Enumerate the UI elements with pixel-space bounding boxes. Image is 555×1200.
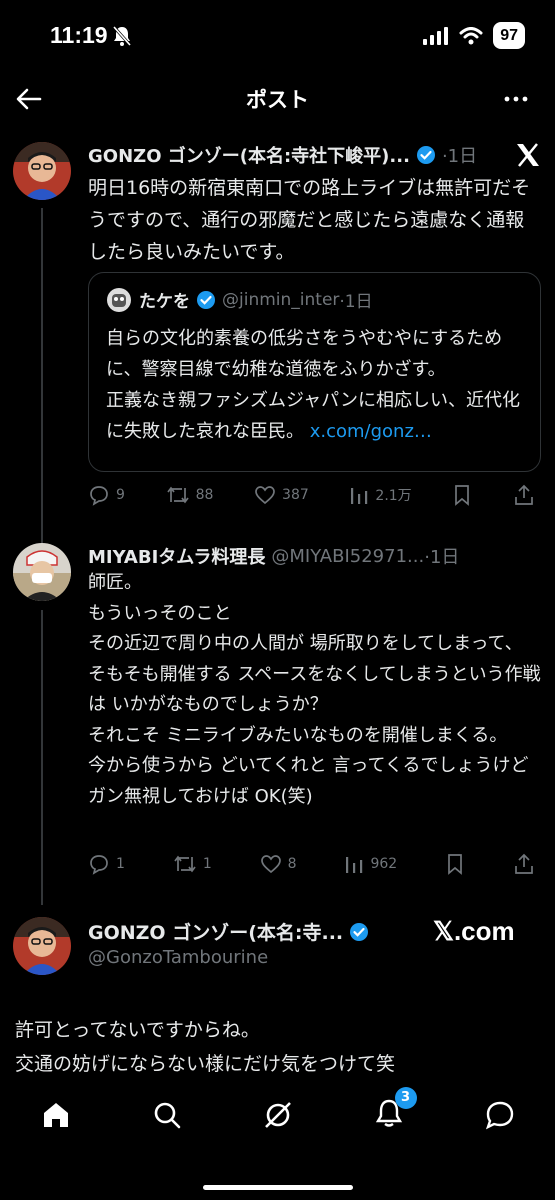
post-actions: 9 88 387 2.1万 — [88, 484, 535, 506]
embed-line: 許可とってないですからね。 — [15, 1019, 260, 1041]
thread-line — [41, 610, 43, 905]
wifi-icon — [459, 26, 483, 44]
views-count: 2.1万 — [375, 488, 412, 504]
share-icon[interactable] — [513, 484, 535, 506]
reply-icon — [90, 855, 108, 875]
post-line: その近辺で周り中の人間が 場所取りをしてしまって、 — [88, 633, 523, 654]
post-line: そもそも開催する スペースをなくしてしまうという作戦は いかがなものでしょうか？ — [88, 663, 541, 716]
avatar — [107, 287, 131, 312]
views-button[interactable]: 962 — [344, 853, 397, 875]
author-name[interactable]: MIYABIタムラ料理長 — [88, 543, 265, 569]
battery-indicator: 97 — [493, 22, 525, 49]
quote-time: ·1日 — [339, 292, 373, 312]
messages-icon[interactable] — [484, 1099, 516, 1131]
repost-button[interactable]: 1 — [173, 853, 212, 875]
status-bar: 11:19 97 — [0, 0, 555, 70]
avatar[interactable] — [13, 543, 71, 601]
quote-text-para1: 自らの文化的素養の低劣さをうやむやにするために、警察目線で幼稚な道徳をふりかざす… — [106, 328, 503, 380]
post-line: 今から使うから どいてくれと 言ってくるでしょうけどガン無視しておけば OK(笑… — [88, 755, 529, 807]
author-name[interactable]: GONZO ゴンゾー(本名:寺社下峻平)... — [88, 142, 410, 168]
like-button[interactable]: 8 — [260, 853, 297, 875]
embed-header: GONZO ゴンゾー(本名:寺... — [88, 918, 375, 945]
notifications-button[interactable]: 3 — [373, 1087, 417, 1133]
heart-icon — [255, 486, 275, 505]
repost-icon — [174, 855, 196, 873]
post-text: 師匠。 もういっそのこと その近辺で周り中の人間が 場所取りをしてしまって、 そ… — [88, 568, 545, 812]
heart-icon — [260, 855, 281, 874]
author-handle[interactable]: @MIYABI52971... — [271, 546, 424, 567]
thread-line — [41, 208, 43, 544]
share-icon[interactable] — [513, 853, 535, 875]
x-logo-icon — [517, 143, 539, 167]
more-options-icon[interactable] — [503, 86, 529, 112]
like-count: 8 — [287, 856, 297, 872]
like-count: 387 — [282, 487, 309, 503]
signal-icon — [423, 26, 449, 45]
bookmark-icon[interactable] — [445, 853, 465, 875]
author-handle: @GonzoTambourine — [88, 947, 269, 968]
verified-badge-icon — [416, 146, 435, 164]
quoted-post[interactable]: たケを @jinmin_inter ·1日 自らの文化的素養の低劣さをうやむやに… — [88, 272, 541, 472]
bookmark-icon[interactable] — [452, 484, 472, 506]
post-line: それこそ ミニライブみたいなものを開催しまくる。 — [88, 724, 508, 746]
home-indicator — [202, 1185, 353, 1190]
reply-button[interactable]: 9 — [88, 484, 125, 506]
post-actions: 1 1 8 962 — [88, 853, 535, 875]
embed-text: 許可とってないですからね。 交通の妨げにならない様にだけ気をつけて笑 — [15, 1013, 395, 1081]
repost-count: 88 — [195, 487, 214, 503]
quote-link[interactable]: x.com/gonz… — [310, 421, 432, 442]
home-icon[interactable] — [40, 1099, 72, 1131]
views-button[interactable]: 2.1万 — [349, 484, 412, 506]
quote-author-name: たケを — [139, 292, 190, 312]
post-time[interactable]: ·1日 — [424, 543, 459, 569]
bottom-nav: 3 — [0, 1085, 555, 1145]
embed-line: 交通の妨げにならない様にだけ気をつけて笑 — [15, 1053, 396, 1075]
page-title: ポスト — [246, 88, 309, 112]
status-time: 11:19 — [50, 22, 108, 48]
post-line: 師匠。 — [88, 572, 142, 593]
search-icon[interactable] — [151, 1099, 183, 1131]
reply-button[interactable]: 1 — [88, 853, 125, 875]
post-header: MIYABIタムラ料理長 @MIYABI52971... ·1日 — [88, 543, 537, 569]
avatar[interactable] — [13, 917, 71, 975]
top-nav: ポスト — [0, 70, 555, 128]
grok-icon[interactable] — [262, 1099, 294, 1131]
repost-icon — [166, 486, 189, 504]
verified-badge-icon — [350, 922, 369, 941]
repost-button[interactable]: 88 — [166, 484, 214, 506]
silent-bell-icon — [112, 26, 132, 46]
repost-count: 1 — [202, 856, 212, 872]
quote-header: たケを @jinmin_inter ·1日 — [107, 287, 373, 312]
author-name: GONZO ゴンゾー(本名:寺... — [88, 922, 344, 944]
like-button[interactable]: 387 — [254, 484, 309, 506]
reply-icon — [90, 486, 108, 506]
quote-text: 自らの文化的素養の低劣さをうやむやにするために、警察目線で幼稚な道徳をふりかざす… — [106, 323, 530, 447]
reply-count: 1 — [116, 856, 125, 872]
post-line: もういっそのこと — [88, 602, 232, 624]
post-time[interactable]: ·1日 — [442, 142, 477, 168]
views-chart-icon — [351, 488, 368, 504]
post-header: GONZO ゴンゾー(本名:寺社下峻平)... ·1日 — [88, 142, 537, 168]
views-chart-icon — [346, 857, 363, 873]
post-text: 明日16時の新宿東南口での路上ライブは無許可だそうですので、通行の邪魔だと感じた… — [88, 177, 531, 263]
notification-badge: 3 — [394, 1087, 417, 1109]
avatar[interactable] — [13, 142, 71, 200]
quote-handle: @jinmin_inter — [222, 289, 340, 310]
reply-count: 9 — [116, 487, 125, 503]
views-count: 962 — [370, 856, 398, 872]
verified-badge-icon — [197, 290, 215, 309]
xcom-watermark: 𝕏.com — [433, 916, 515, 946]
